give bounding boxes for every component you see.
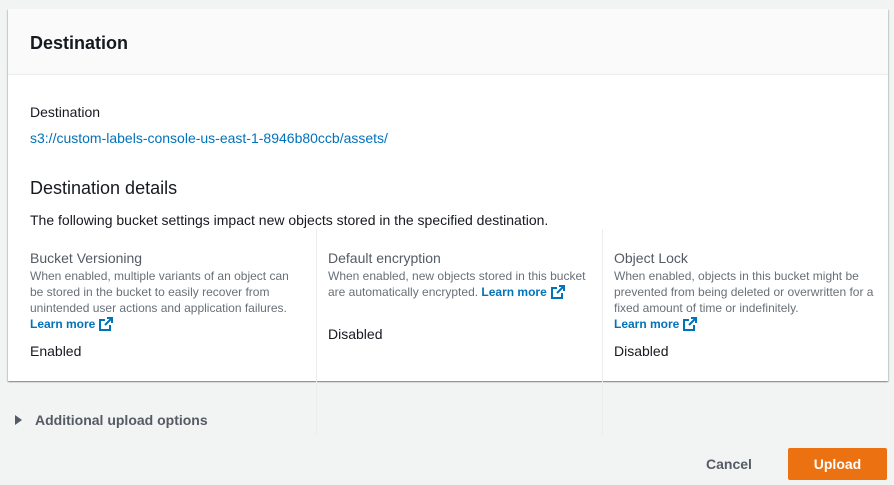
bucket-versioning-title: Bucket Versioning — [30, 250, 143, 266]
external-link-icon — [683, 317, 698, 331]
default-encryption-help: When enabled, new objects stored in this… — [328, 268, 590, 300]
learn-more-label: Learn more — [481, 285, 547, 299]
bucket-versioning-learn-more-link[interactable]: Learn more — [30, 317, 114, 331]
destination-label: Destination — [30, 104, 101, 120]
bucket-versioning-column: Bucket Versioning When enabled, multiple… — [30, 229, 316, 435]
object-lock-learn-more-link[interactable]: Learn more — [614, 317, 698, 331]
bucket-versioning-value: Enabled — [30, 343, 82, 359]
default-encryption-value: Disabled — [328, 326, 383, 342]
panel-title: Destination — [30, 33, 129, 53]
additional-upload-options-label: Additional upload options — [35, 412, 208, 428]
bucket-versioning-help: When enabled, multiple variants of an ob… — [30, 268, 292, 332]
learn-more-label: Learn more — [30, 317, 96, 331]
bucket-versioning-help-text: When enabled, multiple variants of an ob… — [30, 269, 289, 315]
destination-panel: Destination Destination s3://custom-labe… — [8, 9, 888, 435]
upload-button[interactable]: Upload — [788, 448, 887, 480]
default-encryption-title: Default encryption — [328, 250, 441, 266]
destination-details-description: The following bucket settings impact new… — [30, 212, 549, 228]
external-link-icon — [99, 317, 114, 331]
cancel-button[interactable]: Cancel — [688, 448, 770, 480]
destination-link[interactable]: s3://custom-labels-console-us-east-1-894… — [30, 129, 388, 147]
object-lock-value: Disabled — [614, 343, 669, 359]
object-lock-column: Object Lock When enabled, objects in thi… — [602, 229, 888, 435]
default-encryption-learn-more-link[interactable]: Learn more — [481, 285, 565, 299]
destination-details-title: Destination details — [30, 178, 178, 198]
object-lock-help: When enabled, objects in this bucket mig… — [614, 268, 876, 332]
panel-header: Destination — [8, 9, 888, 75]
caret-right-icon — [15, 415, 22, 425]
learn-more-label: Learn more — [614, 317, 680, 331]
additional-upload-options-toggle[interactable]: Additional upload options — [15, 411, 208, 429]
external-link-icon — [550, 285, 565, 299]
object-lock-help-text: When enabled, objects in this bucket mig… — [614, 269, 874, 315]
default-encryption-column: Default encryption When enabled, new obj… — [316, 229, 602, 435]
object-lock-title: Object Lock — [614, 250, 688, 266]
bucket-settings-columns: Bucket Versioning When enabled, multiple… — [30, 229, 888, 435]
